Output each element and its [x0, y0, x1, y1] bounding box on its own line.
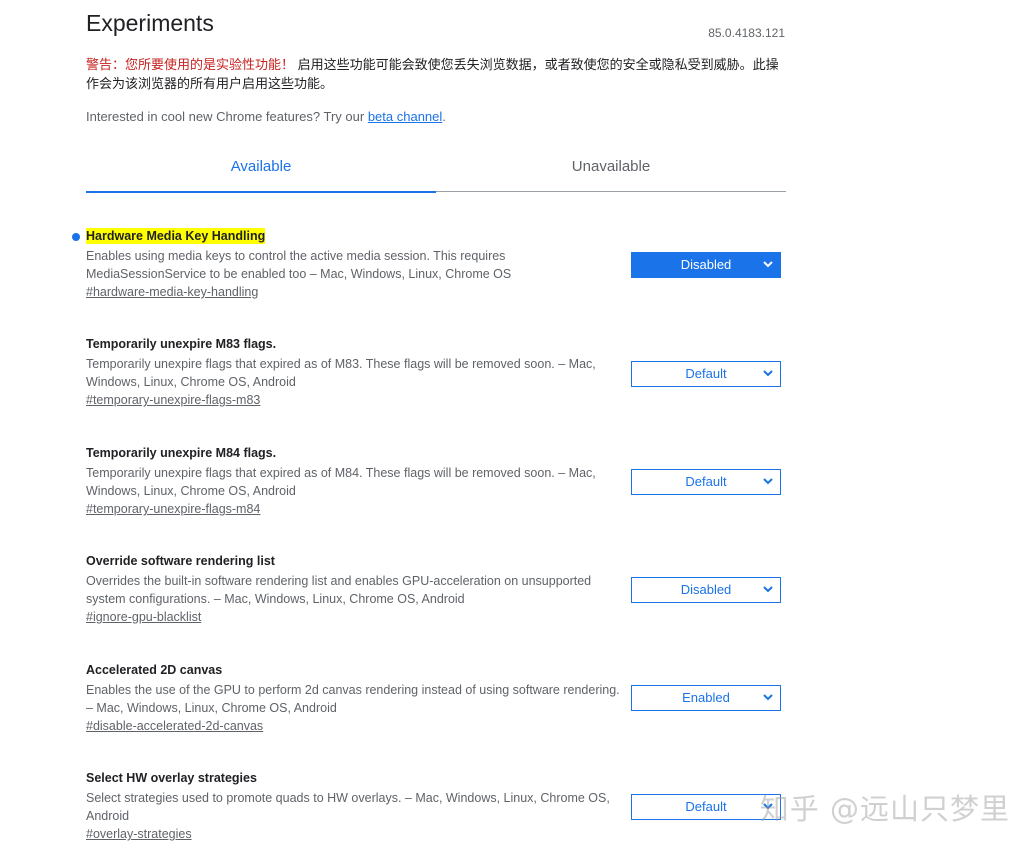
flag-title: Hardware Media Key Handling	[86, 228, 266, 244]
flag-title: Temporarily unexpire M83 flags.	[86, 337, 277, 351]
flag-description: Temporarily unexpire flags that expired …	[86, 466, 596, 498]
flag-state-value: Default	[685, 366, 727, 381]
tab-bar: Available Unavailable	[86, 145, 786, 193]
flag-state-value: Enabled	[682, 690, 730, 705]
flag-state-select[interactable]: Default	[631, 361, 781, 387]
chevron-down-icon	[763, 261, 773, 268]
flag-title: Select HW overlay strategies	[86, 771, 257, 785]
warning-prefix: 警告：您所要使用的是实验性功能！	[86, 57, 295, 72]
flag-temporary-unexpire-m83: Temporarily unexpire M83 flags. Temporar…	[86, 335, 786, 409]
beta-channel-link[interactable]: beta channel	[368, 109, 442, 124]
beta-promo-text: Interested in cool new Chrome features? …	[86, 109, 365, 124]
flag-accelerated-2d-canvas: Accelerated 2D canvas Enables the use of…	[86, 661, 786, 735]
chevron-down-icon	[763, 694, 773, 701]
flag-description: Enables the use of the GPU to perform 2d…	[86, 683, 620, 715]
modified-indicator-dot	[72, 233, 80, 241]
flag-permalink[interactable]: #temporary-unexpire-flags-m83	[86, 393, 260, 407]
flag-permalink[interactable]: #disable-accelerated-2d-canvas	[86, 719, 263, 733]
flag-state-value: Disabled	[680, 257, 732, 272]
flag-state-select[interactable]: Default	[631, 469, 781, 495]
flag-permalink[interactable]: #hardware-media-key-handling	[86, 285, 258, 299]
flag-state-select[interactable]: Enabled	[631, 685, 781, 711]
page-title: Experiments	[86, 10, 214, 36]
flag-description: Temporarily unexpire flags that expired …	[86, 357, 596, 389]
version-label: 85.0.4183.121	[708, 26, 785, 40]
flag-ignore-gpu-blacklist: Override software rendering list Overrid…	[86, 552, 786, 626]
flag-hardware-media-key-handling: Hardware Media Key Handling Enables usin…	[86, 227, 786, 301]
flag-title: Accelerated 2D canvas	[86, 663, 223, 677]
flag-permalink[interactable]: #ignore-gpu-blacklist	[86, 610, 201, 624]
beta-promo: Interested in cool new Chrome features? …	[86, 109, 446, 124]
chevron-down-icon	[763, 586, 773, 593]
flag-description: Overrides the built-in software renderin…	[86, 574, 592, 606]
flag-description: Select strategies used to promote quads …	[86, 791, 610, 823]
flag-title: Temporarily unexpire M84 flags.	[86, 446, 277, 460]
flag-state-value: Disabled	[680, 582, 732, 597]
flag-state-select[interactable]: Default	[631, 794, 781, 820]
flag-state-select[interactable]: Disabled	[631, 252, 781, 278]
beta-promo-suffix: .	[442, 109, 446, 124]
flag-state-value: Default	[685, 799, 727, 814]
flag-permalink[interactable]: #overlay-strategies	[86, 827, 192, 841]
watermark: 知乎 @远山只梦里	[759, 792, 1010, 826]
flag-description: Enables using media keys to control the …	[86, 249, 512, 281]
chevron-down-icon	[763, 478, 773, 485]
chevron-down-icon	[763, 370, 773, 377]
warning-message: 警告：您所要使用的是实验性功能！ 启用这些功能可能会致使您丢失浏览数据，或者致使…	[86, 55, 786, 93]
tab-available[interactable]: Available	[86, 145, 436, 193]
flag-state-value: Default	[685, 474, 727, 489]
tab-unavailable[interactable]: Unavailable	[436, 145, 786, 191]
flag-permalink[interactable]: #temporary-unexpire-flags-m84	[86, 502, 260, 516]
flag-state-select[interactable]: Disabled	[631, 577, 781, 603]
flag-title: Override software rendering list	[86, 554, 275, 568]
flag-temporary-unexpire-m84: Temporarily unexpire M84 flags. Temporar…	[86, 444, 786, 518]
flag-overlay-strategies: Select HW overlay strategies Select stra…	[86, 769, 786, 843]
